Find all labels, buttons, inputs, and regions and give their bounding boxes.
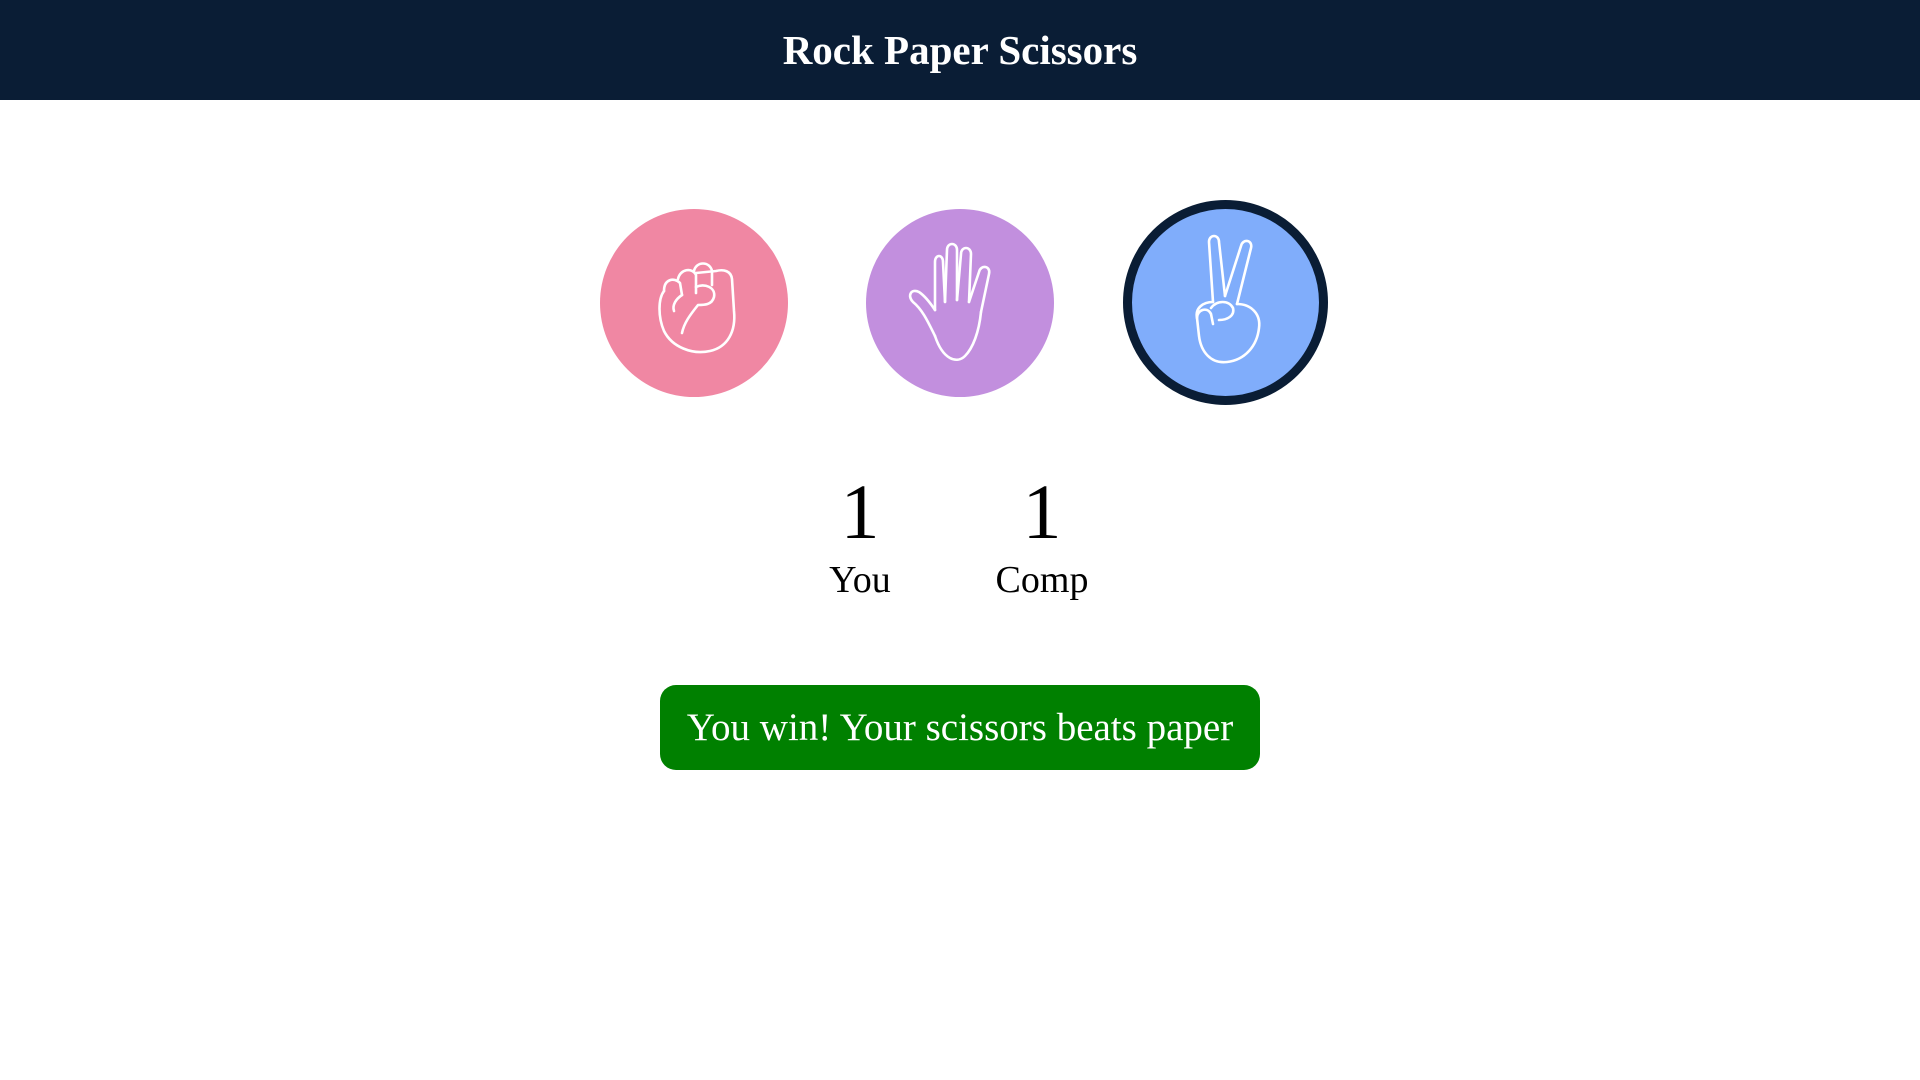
- rock-button[interactable]: [600, 209, 788, 397]
- player-score: 1 You: [810, 472, 910, 602]
- page-title: Rock Paper Scissors: [782, 27, 1138, 73]
- paper-button[interactable]: [866, 209, 1054, 397]
- open-hand-icon: [908, 242, 991, 361]
- result-message: You win! Your scissors beats paper: [660, 685, 1260, 770]
- computer-score-label: Comp: [995, 559, 1089, 601]
- player-score-value: 1: [840, 468, 880, 555]
- peace-hand-icon: [1194, 234, 1261, 363]
- player-score-label: You: [829, 559, 891, 601]
- header-bar: Rock Paper Scissors: [0, 0, 1920, 100]
- computer-score-value: 1: [1022, 468, 1062, 555]
- fist-icon: [658, 262, 736, 354]
- scissors-button[interactable]: [1123, 200, 1328, 405]
- computer-score: 1 Comp: [982, 472, 1102, 602]
